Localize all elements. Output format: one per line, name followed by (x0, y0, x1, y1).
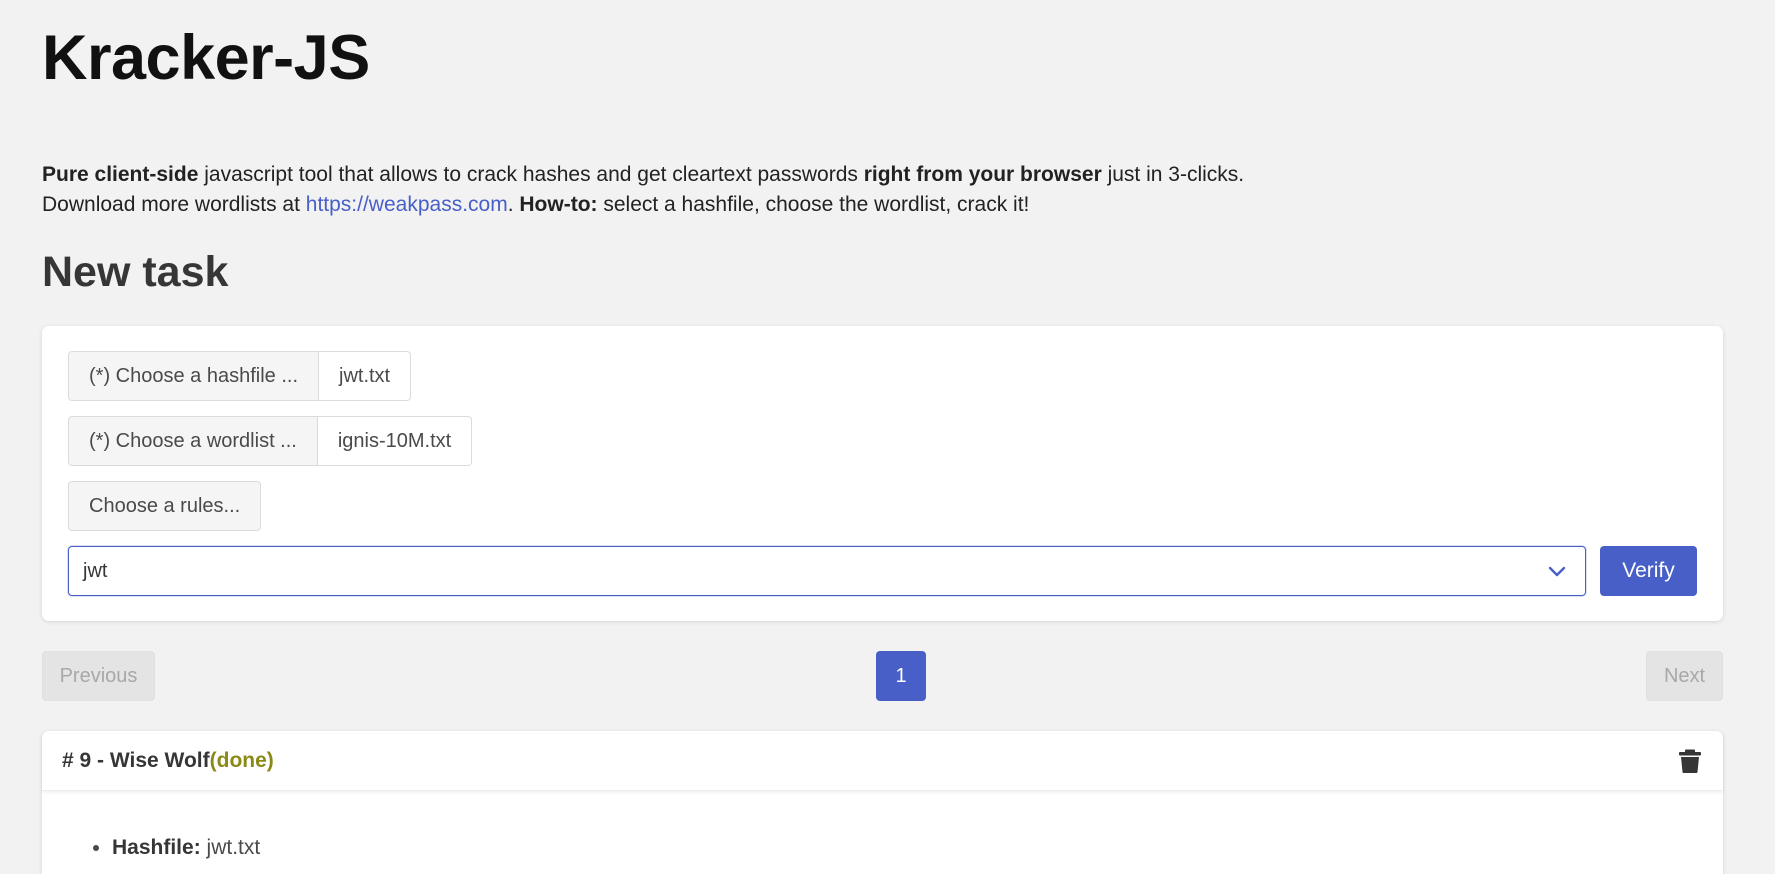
intro-text-1: javascript tool that allows to crack has… (198, 163, 864, 186)
intro-text-5: select a hashfile, choose the wordlist, … (597, 193, 1030, 216)
intro-bold-client-side: Pure client-side (42, 163, 199, 186)
intro-bold-browser: right from your browser (863, 163, 1102, 186)
previous-button[interactable]: Previous (42, 651, 155, 701)
intro-line-2: Download more wordlists at https://weakp… (42, 190, 1244, 220)
hash-type-value: jwt (83, 559, 108, 582)
new-task-title: New task (42, 248, 229, 296)
page-1-button[interactable]: 1 (876, 651, 926, 701)
intro-line-1: Pure client-side javascript tool that al… (42, 160, 1244, 190)
weakpass-link[interactable]: https://weakpass.com (306, 193, 508, 216)
intro-text-4: . (507, 193, 520, 216)
task-hashfile-value: jwt.txt (200, 836, 261, 859)
task-card: # 9 - Wise Wolf(done) Hashfile: jwt.txt (42, 731, 1723, 874)
hashfile-name: jwt.txt (319, 351, 412, 401)
task-hashfile-label: Hashfile: (112, 836, 201, 859)
intro-text: Pure client-side javascript tool that al… (42, 160, 1244, 220)
intro-text-2: just in 3-clicks. (1101, 163, 1245, 186)
intro-bold-howto: How-to: (519, 193, 598, 216)
wordlist-name: ignis-10M.txt (317, 416, 473, 466)
hashfile-picker[interactable]: (*) Choose a hashfile ... jwt.txt (68, 351, 412, 401)
intro-text-3: Download more wordlists at (42, 193, 306, 216)
verify-button[interactable]: Verify (1600, 546, 1697, 596)
task-title: # 9 - Wise Wolf (62, 748, 210, 772)
app-title: Kracker-JS (42, 23, 370, 93)
choose-wordlist-button[interactable]: (*) Choose a wordlist ... (68, 416, 318, 466)
next-button[interactable]: Next (1646, 651, 1723, 701)
rules-picker[interactable]: Choose a rules... (68, 481, 262, 531)
task-header: # 9 - Wise Wolf (done) (42, 731, 1723, 791)
choose-rules-button[interactable]: Choose a rules... (68, 481, 262, 531)
hash-type-select[interactable]: jwt (68, 546, 1586, 596)
wordlist-picker[interactable]: (*) Choose a wordlist ... ignis-10M.txt (68, 416, 473, 466)
task-hashfile-item: Hashfile: jwt.txt (112, 836, 1723, 860)
choose-hashfile-button[interactable]: (*) Choose a hashfile ... (68, 351, 319, 401)
task-details: Hashfile: jwt.txt (42, 791, 1723, 860)
trash-icon[interactable] (1679, 749, 1701, 773)
task-status: (done) (209, 748, 274, 772)
new-task-card: (*) Choose a hashfile ... jwt.txt (*) Ch… (42, 326, 1723, 621)
chevron-down-icon (1548, 566, 1566, 577)
